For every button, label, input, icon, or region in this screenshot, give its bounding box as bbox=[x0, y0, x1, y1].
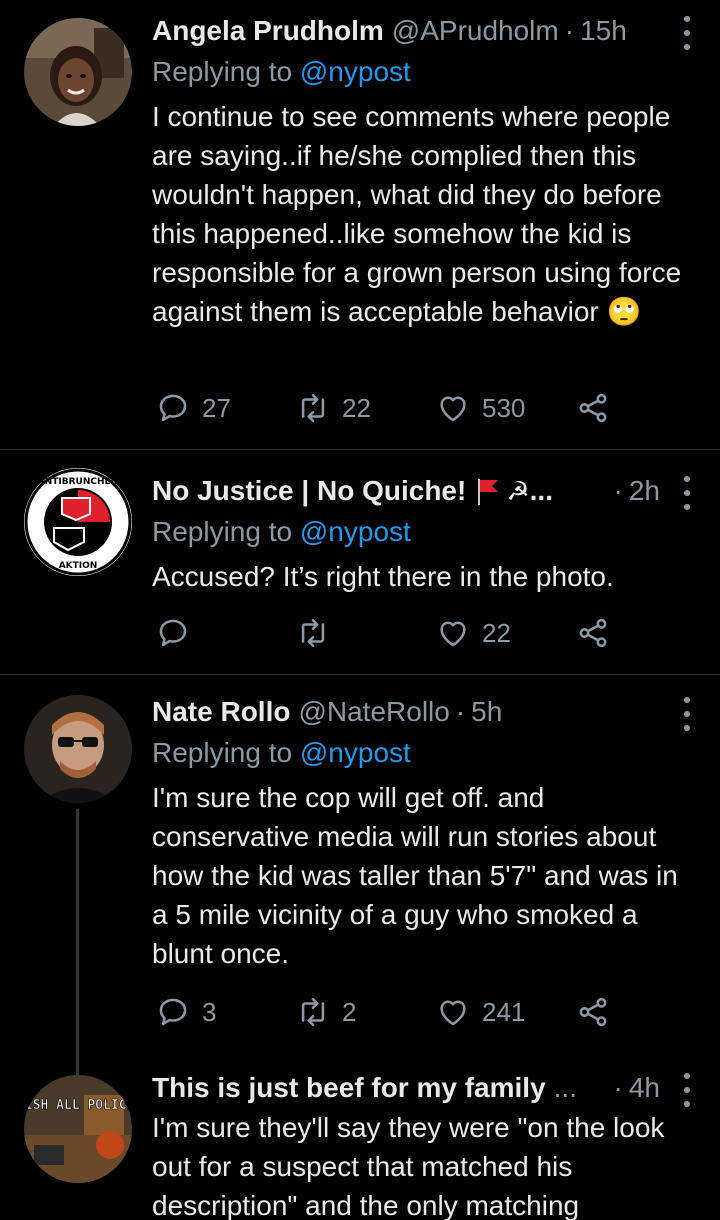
timestamp[interactable]: 4h bbox=[629, 1069, 660, 1107]
retweet-button[interactable]: 22 bbox=[296, 388, 371, 428]
tweet-actions: 22 bbox=[152, 613, 622, 653]
more-icon[interactable] bbox=[682, 697, 692, 731]
display-name[interactable]: No Justice | No Quiche! bbox=[152, 472, 466, 510]
replying-to-label: Replying to bbox=[152, 737, 293, 768]
share-icon bbox=[579, 393, 607, 423]
like-count: 22 bbox=[482, 617, 511, 648]
replying-to: Replying to @nypost bbox=[152, 734, 411, 772]
timestamp[interactable]: 15h bbox=[580, 12, 627, 50]
tweet-text-content: I continue to see comments where people … bbox=[152, 101, 682, 327]
tweet-text: I'm sure the cop will get off. and conse… bbox=[152, 782, 678, 969]
share-icon bbox=[579, 997, 607, 1027]
avatar[interactable]: ABOLISH ALL POLICE bbox=[24, 1075, 132, 1183]
display-name[interactable]: Nate Rollo bbox=[152, 693, 290, 731]
tweet-nate-rollo[interactable]: Nate Rollo @NateRollo · 5h Replying to @… bbox=[0, 675, 720, 1075]
like-count: 241 bbox=[482, 996, 526, 1027]
tweet-beef-family[interactable]: ABOLISH ALL POLICE This is just beef for… bbox=[0, 1055, 720, 1220]
tweet-no-justice[interactable]: ANTIBRUNCHEN AKTION No Justice | No Quic… bbox=[0, 450, 720, 674]
reply-count: 27 bbox=[202, 392, 231, 423]
retweet-count: 2 bbox=[342, 996, 357, 1027]
avatar-text: ABOLISH ALL POLICE bbox=[24, 1098, 132, 1113]
share-button[interactable] bbox=[576, 992, 610, 1032]
retweet-icon bbox=[301, 618, 325, 648]
retweet-icon bbox=[301, 393, 325, 423]
tweet-header: Nate Rollo @NateRollo · 5h bbox=[152, 693, 660, 731]
separator-dot: · bbox=[455, 696, 466, 727]
avatar-text-top: ANTIBRUNCHEN bbox=[38, 477, 118, 487]
replying-to-label: Replying to bbox=[152, 516, 293, 547]
like-icon bbox=[440, 1000, 466, 1026]
like-icon bbox=[440, 621, 466, 647]
share-button[interactable] bbox=[576, 388, 610, 428]
user-handle[interactable]: @APrudholm bbox=[392, 12, 559, 50]
share-icon bbox=[579, 618, 607, 648]
tweet-header: This is just beef for my family ... · 4h bbox=[152, 1069, 660, 1107]
reply-icon bbox=[159, 998, 187, 1026]
mention-link[interactable]: @nypost bbox=[300, 516, 411, 547]
retweet-icon bbox=[301, 997, 325, 1027]
reply-count: 3 bbox=[202, 996, 217, 1027]
name-ellipsis: ... bbox=[553, 1072, 577, 1103]
tweet-actions: 27 22 530 bbox=[152, 388, 622, 428]
tweet-header: Angela Prudholm @APrudholm · 15h bbox=[152, 12, 660, 50]
retweet-button[interactable]: 2 bbox=[296, 992, 356, 1032]
avatar[interactable]: ANTIBRUNCHEN AKTION bbox=[24, 468, 132, 576]
more-icon[interactable] bbox=[682, 476, 692, 510]
user-handle[interactable]: @NateRollo bbox=[298, 693, 449, 731]
hammer-sickle-icon: ☭ bbox=[506, 476, 530, 506]
mention-link[interactable]: @nypost bbox=[300, 737, 411, 768]
thread-line bbox=[76, 809, 79, 1075]
tweet-text: Accused? It’s right there in the photo. bbox=[152, 561, 614, 592]
like-button[interactable]: 22 bbox=[436, 613, 511, 653]
replying-to-label: Replying to bbox=[152, 56, 293, 87]
display-name[interactable]: This is just beef for my family bbox=[152, 1069, 546, 1107]
retweet-count: 22 bbox=[342, 392, 371, 423]
replying-to: Replying to @nypost bbox=[152, 513, 411, 551]
tweet-header: No Justice | No Quiche! ☭ ... · 2h bbox=[152, 472, 660, 510]
timestamp[interactable]: 2h bbox=[629, 472, 660, 510]
reply-button[interactable] bbox=[156, 613, 190, 653]
like-icon bbox=[440, 396, 466, 422]
retweet-button[interactable] bbox=[296, 613, 330, 653]
like-button[interactable]: 241 bbox=[436, 992, 525, 1032]
separator-dot: · bbox=[613, 475, 623, 506]
reply-icon bbox=[159, 394, 187, 422]
tweet-angela[interactable]: Angela Prudholm @APrudholm · 15h Replyin… bbox=[0, 0, 720, 450]
like-count: 530 bbox=[482, 392, 526, 423]
more-icon[interactable] bbox=[682, 1073, 692, 1107]
red-flag-icon bbox=[478, 479, 499, 505]
separator-dot: · bbox=[564, 15, 575, 46]
reply-button[interactable]: 3 bbox=[156, 992, 216, 1032]
mention-link[interactable]: @nypost bbox=[300, 56, 411, 87]
avatar[interactable] bbox=[24, 18, 132, 126]
separator-dot: · bbox=[613, 1072, 623, 1103]
avatar[interactable] bbox=[24, 695, 132, 803]
reply-icon bbox=[159, 619, 187, 647]
tweet-actions: 3 2 241 bbox=[152, 992, 622, 1032]
replying-to: Replying to @nypost bbox=[152, 53, 411, 91]
display-name[interactable]: Angela Prudholm bbox=[152, 12, 384, 50]
share-button[interactable] bbox=[576, 613, 610, 653]
avatar-text-bottom: AKTION bbox=[59, 561, 98, 571]
tweet-text: I'm sure they'll say they were "on the l… bbox=[152, 1112, 665, 1220]
tweet-text: I continue to see comments where people … bbox=[152, 97, 697, 331]
reply-button[interactable]: 27 bbox=[156, 388, 231, 428]
timestamp[interactable]: 5h bbox=[471, 693, 502, 731]
name-ellipsis: ... bbox=[529, 475, 553, 506]
like-button[interactable]: 530 bbox=[436, 388, 525, 428]
eye-roll-emoji: 🙄 bbox=[606, 296, 642, 327]
more-icon[interactable] bbox=[682, 16, 692, 50]
